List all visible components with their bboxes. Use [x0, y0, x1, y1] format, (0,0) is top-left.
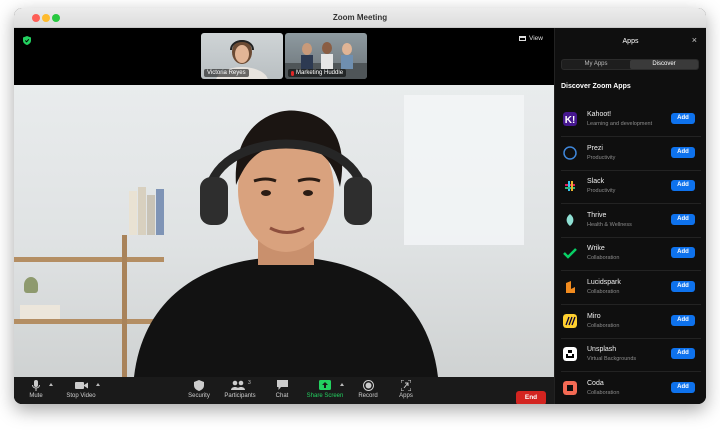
view-label: View	[529, 35, 543, 42]
video-camera-icon	[74, 382, 88, 389]
app-name: Unsplash	[587, 346, 617, 354]
app-category: Learning and development	[587, 121, 653, 127]
wrike-icon	[563, 248, 577, 260]
tab-my-apps[interactable]: My Apps	[562, 60, 630, 69]
app-row-lucidspark: Lucidspark Collaboration Add	[561, 271, 701, 305]
app-category: Productivity	[587, 188, 616, 195]
add-app-button[interactable]: Add	[671, 146, 695, 158]
svg-text:K!: K!	[565, 115, 576, 126]
muted-mic-icon	[291, 70, 294, 76]
window-title: Zoom Meeting	[332, 13, 388, 22]
app-category: Collaboration	[587, 289, 620, 295]
person-video	[134, 110, 438, 377]
prezi-icon	[563, 145, 577, 160]
app-row-prezi: Prezi Productivity Add	[561, 137, 701, 171]
record-icon	[362, 380, 374, 391]
participant-name: Marketing Huddle	[288, 69, 347, 77]
miro-icon	[563, 313, 577, 328]
app-name: Thrive	[587, 211, 607, 219]
apps-tabs: My Apps Discover	[561, 59, 699, 70]
participant-thumbnail[interactable]: Victoria Reyes	[201, 33, 283, 79]
end-meeting-button[interactable]: End	[516, 391, 546, 404]
grid-view-icon	[519, 36, 526, 41]
unsplash-icon	[563, 347, 577, 362]
kahoot-icon: K!	[563, 112, 577, 126]
panel-title: Apps	[622, 38, 639, 45]
app-row-kahoot: K! Kahoot! Learning and development Add	[561, 103, 701, 137]
app-row-slack: Slack Productivity Add	[561, 170, 701, 205]
app-category: Productivity	[587, 154, 616, 161]
add-app-button[interactable]: Add	[671, 113, 695, 124]
discover-heading: Discover Zoom Apps	[561, 83, 631, 90]
slack-icon	[565, 181, 575, 192]
add-app-button[interactable]: Add	[671, 180, 695, 192]
title-bar: Zoom Meeting	[14, 8, 706, 28]
app-category: Virtual Backgrounds	[587, 356, 637, 363]
app-row-wrike: Wrike Collaboration Add	[561, 237, 701, 272]
tab-discover[interactable]: Discover	[630, 60, 698, 69]
app-name: Prezi	[587, 144, 603, 152]
add-app-button[interactable]: Add	[671, 348, 695, 360]
microphone-icon	[32, 380, 40, 391]
app-row-unsplash: Unsplash Virtual Backgrounds Add	[561, 338, 701, 373]
add-app-button[interactable]: Add	[671, 281, 695, 292]
participant-name: Victoria Reyes	[204, 69, 249, 77]
meeting-toolbar: Mute Stop Video Security Participants 3 …	[14, 377, 554, 404]
view-button[interactable]: View	[519, 35, 543, 42]
app-name: Kahoot!	[587, 111, 612, 118]
app-row-coda: Coda Collaboration Add	[561, 372, 701, 404]
app-name: Coda	[587, 379, 604, 387]
add-app-button[interactable]: Add	[671, 213, 695, 225]
meeting-area: View Victoria Reyes Marketing Huddle Mut…	[14, 28, 554, 404]
app-category: Health & Wellness	[587, 221, 632, 228]
app-name: Slack	[587, 178, 605, 186]
coda-icon	[563, 380, 577, 395]
apps-button[interactable]: Apps	[381, 380, 431, 399]
app-category: Collaboration	[587, 255, 620, 262]
app-name: Wrike	[587, 245, 605, 253]
participant-thumbnail[interactable]: Marketing Huddle	[285, 33, 367, 79]
app-row-miro: Miro Collaboration Add	[561, 305, 701, 339]
app-name: Lucidspark	[587, 279, 621, 286]
app-category: Collaboration	[587, 322, 620, 329]
active-speaker-video	[14, 85, 554, 377]
shield-icon[interactable]	[23, 36, 31, 45]
zoom-window: Zoom Meeting View Victoria Reyes Marketi…	[14, 8, 706, 404]
apps-panel: Apps × My Apps Discover Discover Zoom Ap…	[554, 28, 706, 404]
add-app-button[interactable]: Add	[671, 247, 695, 259]
app-row-thrive: Thrive Health & Wellness Add	[561, 204, 701, 238]
app-category: Collaboration	[587, 389, 620, 396]
share-screen-icon	[319, 380, 331, 390]
security-shield-icon	[194, 380, 204, 391]
mute-button[interactable]: Mute	[14, 380, 61, 399]
chat-bubble-icon	[276, 380, 288, 390]
app-name: Miro	[587, 312, 601, 320]
participants-icon	[231, 380, 245, 390]
video-options-chevron-icon[interactable]	[96, 383, 100, 386]
add-app-button[interactable]: Add	[671, 381, 695, 393]
lucidspark-icon	[566, 281, 575, 293]
thrive-icon	[566, 213, 574, 226]
mute-options-chevron-icon[interactable]	[49, 383, 53, 386]
apps-icon	[401, 380, 411, 391]
close-icon[interactable]: ×	[692, 36, 697, 45]
participants-count: 3	[248, 380, 251, 386]
add-app-button[interactable]: Add	[671, 314, 695, 326]
